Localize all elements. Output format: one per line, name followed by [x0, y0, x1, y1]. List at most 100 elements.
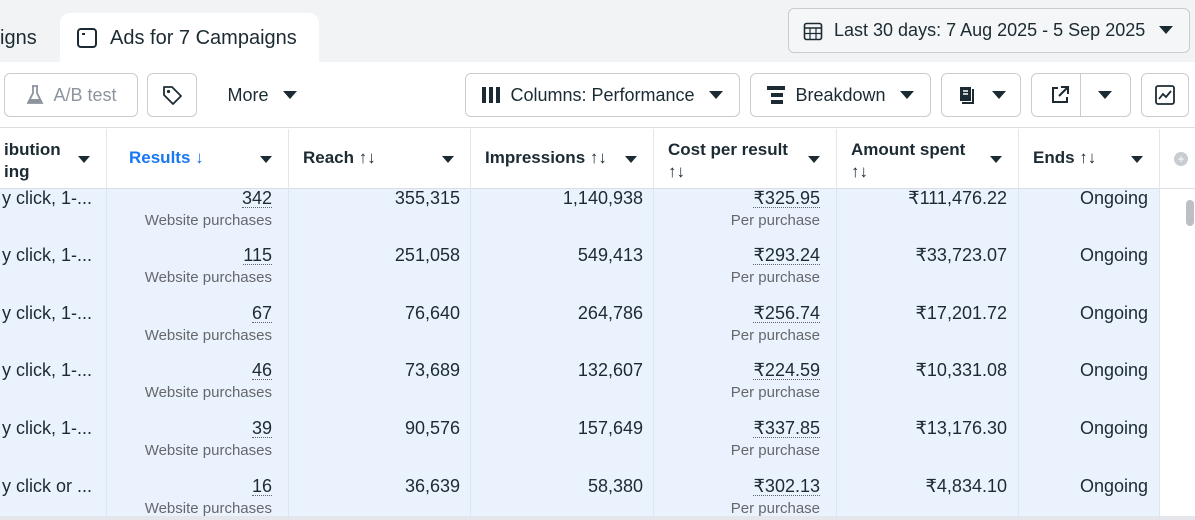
horizontal-scrollbar[interactable] [0, 516, 1195, 520]
columns-label: Columns: Performance [510, 84, 695, 105]
col-impressions[interactable]: Impressions ↑↓ [471, 129, 654, 189]
cell-attribution: y click, 1-... [0, 189, 107, 247]
results-value[interactable]: 39 [251, 419, 272, 438]
cell-results: 115 Website purchases [107, 246, 289, 304]
chevron-down-icon[interactable] [1098, 91, 1112, 99]
columns-button[interactable]: Columns: Performance [465, 73, 740, 117]
cell-attribution: y click, 1-... [0, 246, 107, 304]
results-value[interactable]: 67 [251, 304, 272, 323]
cpr-value[interactable]: ₹293.24 [753, 246, 820, 265]
sort-down-icon[interactable]: ↓ [195, 148, 204, 167]
ab-test-button[interactable]: A/B test [4, 73, 138, 117]
chevron-down-icon[interactable] [625, 156, 637, 163]
cell-amount-spent: ₹111,476.22 [837, 189, 1019, 247]
table-row[interactable]: y click, 1-... 39 Website purchases 90,57… [0, 419, 1160, 477]
cell-cost-per-result: ₹224.59 Per purchase [654, 361, 837, 419]
col-cost-per-result[interactable]: Cost per result ↑↓ [654, 129, 837, 189]
cpr-value[interactable]: ₹325.95 [753, 189, 820, 208]
chevron-down-icon[interactable] [990, 156, 1002, 163]
chevron-down-icon [1159, 26, 1173, 34]
cell-attribution: y click or ... [0, 477, 107, 520]
chevron-down-icon[interactable] [442, 156, 454, 163]
window-icon [77, 28, 97, 48]
cell-cost-per-result: ₹293.24 Per purchase [654, 246, 837, 304]
cpr-value[interactable]: ₹302.13 [753, 477, 820, 496]
cell-reach: 90,576 [289, 419, 471, 477]
cell-attribution: y click, 1-... [0, 361, 107, 419]
add-column-icon[interactable]: + [1174, 152, 1188, 166]
cell-results: 342 Website purchases [107, 189, 289, 247]
scrollbar-track[interactable] [1160, 189, 1195, 520]
date-range-picker[interactable]: Last 30 days: 7 Aug 2025 - 5 Sep 2025 [788, 8, 1190, 53]
cell-reach: 251,058 [289, 246, 471, 304]
more-label: More [227, 84, 269, 105]
sort-icon[interactable]: ↑↓ [851, 161, 1008, 183]
tag-icon [163, 86, 182, 105]
col-amount-spent[interactable]: Amount spent ↑↓ [837, 129, 1019, 189]
chevron-down-icon[interactable] [808, 156, 820, 163]
results-value[interactable]: 16 [251, 477, 272, 496]
cell-ends: Ongoing [1019, 361, 1160, 419]
more-button[interactable]: More [212, 73, 312, 117]
breakdown-button[interactable]: Breakdown [750, 73, 931, 117]
tab-bar: igns Ads for 7 Campaigns Last 30 days: 7… [0, 0, 1195, 63]
cell-reach: 73,689 [289, 361, 471, 419]
table-row[interactable]: y click or ... 16 Website purchases 36,63… [0, 477, 1160, 520]
tag-button[interactable] [147, 73, 197, 117]
tab-ads[interactable]: Ads for 7 Campaigns [60, 13, 319, 63]
cpr-value[interactable]: ₹256.74 [753, 304, 820, 323]
sort-icon[interactable]: ↑↓ [359, 148, 376, 167]
cpr-value[interactable]: ₹224.59 [753, 361, 820, 380]
sort-icon[interactable]: ↑↓ [1079, 148, 1096, 167]
cell-amount-spent: ₹13,176.30 [837, 419, 1019, 477]
col-attribution-setting[interactable]: ibution ing [0, 129, 107, 189]
export-icon [1052, 86, 1069, 103]
results-value[interactable]: 46 [251, 361, 272, 380]
cell-impressions: 549,413 [471, 246, 654, 304]
cpr-value[interactable]: ₹337.85 [753, 419, 820, 438]
reports-button[interactable] [941, 73, 1021, 117]
cell-attribution: y click, 1-... [0, 304, 107, 362]
cell-impressions: 58,380 [471, 477, 654, 520]
reports-icon [960, 87, 974, 104]
date-range-label: Last 30 days: 7 Aug 2025 - 5 Sep 2025 [834, 20, 1146, 40]
col-impressions-label: Impressions [485, 148, 586, 167]
table-row[interactable]: y click, 1-... 342 Website purchases 355,… [0, 189, 1160, 247]
col-ends[interactable]: Ends ↑↓ [1019, 129, 1160, 189]
chevron-down-icon[interactable] [78, 156, 90, 163]
cell-cost-per-result: ₹256.74 Per purchase [654, 304, 837, 362]
tab-campaigns[interactable]: igns [0, 13, 52, 63]
chevron-down-icon[interactable] [260, 156, 272, 163]
cell-ends: Ongoing [1019, 477, 1160, 520]
col-reach-label: Reach [303, 148, 355, 167]
breakdown-label: Breakdown [795, 84, 886, 105]
cell-cost-per-result: ₹302.13 Per purchase [654, 477, 837, 520]
cell-reach: 36,639 [289, 477, 471, 520]
col-reach[interactable]: Reach ↑↓ [289, 129, 471, 189]
chart-button[interactable] [1141, 73, 1189, 117]
chevron-down-icon [992, 91, 1006, 99]
cell-impressions: 132,607 [471, 361, 654, 419]
table-body: y click, 1-... 342 Website purchases 355,… [0, 189, 1160, 520]
cell-cost-per-result: ₹337.85 Per purchase [654, 419, 837, 477]
cell-ends: Ongoing [1019, 246, 1160, 304]
columns-icon [482, 87, 501, 103]
table-row[interactable]: y click, 1-... 67 Website purchases 76,64… [0, 304, 1160, 362]
chevron-down-icon [708, 91, 723, 99]
table-header: ibution ing Results ↓ Reach ↑↓ Impressio… [0, 129, 1195, 189]
cell-amount-spent: ₹4,834.10 [837, 477, 1019, 520]
table-row[interactable]: y click, 1-... 115 Website purchases 251,… [0, 246, 1160, 304]
sort-icon[interactable]: ↑↓ [590, 148, 607, 167]
table-row[interactable]: y click, 1-... 46 Website purchases 73,68… [0, 361, 1160, 419]
cell-amount-spent: ₹33,723.07 [837, 246, 1019, 304]
results-value[interactable]: 342 [241, 189, 272, 208]
export-button[interactable] [1031, 73, 1131, 117]
scrollbar-thumb[interactable] [1186, 200, 1194, 226]
sort-icon[interactable]: ↑↓ [668, 161, 826, 183]
tab-campaigns-label: igns [0, 26, 37, 49]
cell-ends: Ongoing [1019, 189, 1160, 247]
chevron-down-icon[interactable] [1131, 156, 1143, 163]
results-value[interactable]: 115 [243, 246, 272, 265]
cell-ends: Ongoing [1019, 304, 1160, 362]
col-results[interactable]: Results ↓ [107, 129, 289, 189]
